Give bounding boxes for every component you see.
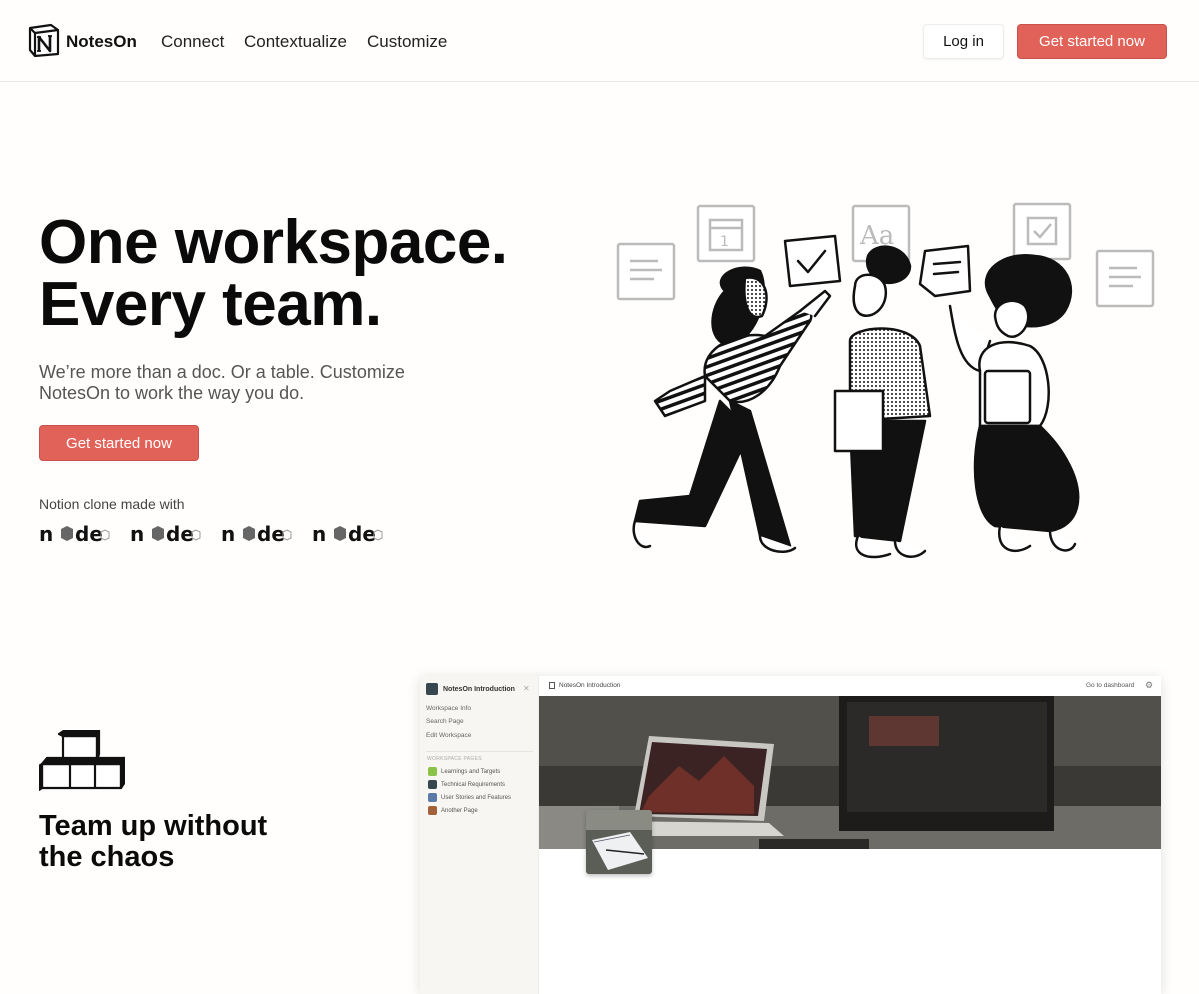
mock-main: NotesOn Introduction Go to dashboard ⚙ bbox=[539, 676, 1161, 994]
tech-logos: n de n de n de n de bbox=[39, 523, 384, 547]
close-icon[interactable]: ✕ bbox=[523, 684, 530, 693]
mock-page-label: Technical Requirements bbox=[441, 781, 506, 788]
app-screenshot: NotesOn Introduction ✕ Workspace Info Se… bbox=[420, 676, 1161, 994]
svg-text:de: de bbox=[348, 523, 376, 546]
hero-get-started-button[interactable]: Get started now bbox=[39, 425, 199, 461]
mock-workspace-header[interactable]: NotesOn Introduction bbox=[426, 683, 515, 695]
svg-text:n: n bbox=[39, 523, 53, 546]
nodejs-logo-icon: n de bbox=[221, 523, 292, 546]
svg-text:n: n bbox=[312, 523, 326, 546]
divider bbox=[426, 751, 533, 752]
mock-page-item[interactable]: Learnings and Targets bbox=[428, 767, 500, 776]
nodejs-logo-icon: n de bbox=[130, 523, 201, 546]
page-icon bbox=[428, 767, 437, 776]
team-illustration: 1 Aa bbox=[616, 202, 1155, 559]
hero-subtitle: We’re more than a doc. Or a table. Custo… bbox=[39, 362, 405, 403]
nav-contextualize[interactable]: Contextualize bbox=[244, 32, 347, 52]
mock-dashboard-link[interactable]: Go to dashboard bbox=[1086, 682, 1134, 689]
mock-sidebar: NotesOn Introduction ✕ Workspace Info Se… bbox=[420, 676, 539, 994]
svg-text:n: n bbox=[221, 523, 235, 546]
mock-section-label: WORKSPACE PAGES bbox=[427, 756, 482, 762]
mock-page-label: Another Page bbox=[441, 807, 478, 814]
hero-title-line2: Every team. bbox=[39, 270, 382, 339]
svg-text:de: de bbox=[75, 523, 103, 546]
text-card-icon bbox=[616, 242, 676, 301]
mock-link-search-page[interactable]: Search Page bbox=[426, 718, 464, 725]
page-icon bbox=[428, 806, 437, 815]
mock-page-label: User Stories and Features bbox=[441, 794, 512, 801]
mock-link-workspace-info[interactable]: Workspace Info bbox=[426, 705, 471, 712]
hero-title-line1: One workspace. bbox=[39, 208, 508, 277]
svg-text:de: de bbox=[257, 523, 285, 546]
header-get-started-button[interactable]: Get started now bbox=[1017, 24, 1167, 59]
mock-breadcrumb-label: NotesOn Introduction bbox=[559, 682, 621, 689]
person-middle bbox=[833, 245, 932, 559]
section-title-line2: the chaos bbox=[39, 841, 175, 873]
mock-page-item[interactable]: Technical Requirements bbox=[428, 780, 505, 789]
text-card-icon bbox=[1095, 249, 1155, 308]
nav-connect[interactable]: Connect bbox=[161, 32, 224, 52]
svg-text:n: n bbox=[130, 523, 144, 546]
section-title-line1: Team up without bbox=[39, 810, 268, 842]
gear-icon[interactable]: ⚙ bbox=[1145, 680, 1153, 691]
person-right bbox=[918, 244, 1080, 553]
workspace-logo-icon bbox=[426, 683, 438, 695]
mock-page-item[interactable]: Another Page bbox=[428, 806, 478, 815]
mock-breadcrumb[interactable]: NotesOn Introduction bbox=[549, 682, 620, 689]
brand-name[interactable]: NotesOn bbox=[66, 32, 137, 52]
nodejs-logo-icon: n de bbox=[39, 523, 110, 546]
page-icon bbox=[428, 780, 437, 789]
nodejs-logo-icon: n de bbox=[312, 523, 383, 546]
mock-page-label: Learnings and Targets bbox=[441, 768, 501, 775]
svg-text:1: 1 bbox=[720, 234, 729, 250]
checkbox-card-icon bbox=[1012, 202, 1072, 261]
top-nav: NotesOn Connect Contextualize Customize … bbox=[0, 0, 1199, 82]
notion-logo-icon[interactable] bbox=[27, 23, 61, 57]
section-title: Team up without the chaos bbox=[39, 811, 339, 873]
nav-customize[interactable]: Customize bbox=[367, 32, 447, 52]
mock-page-item[interactable]: User Stories and Features bbox=[428, 793, 511, 802]
mock-link-edit-workspace[interactable]: Edit Workspace bbox=[426, 732, 471, 739]
document-icon bbox=[549, 682, 555, 689]
hero-title: One workspace. Every team. bbox=[39, 212, 599, 336]
made-with-label: Notion clone made with bbox=[39, 496, 185, 512]
svg-text:de: de bbox=[166, 523, 194, 546]
building-blocks-icon bbox=[39, 730, 125, 792]
login-button[interactable]: Log in bbox=[923, 24, 1004, 59]
mock-workspace-name: NotesOn Introduction bbox=[443, 685, 515, 693]
page-thumbnail-image bbox=[586, 810, 652, 874]
calendar-card-icon: 1 bbox=[696, 204, 756, 263]
page-icon bbox=[428, 793, 437, 802]
